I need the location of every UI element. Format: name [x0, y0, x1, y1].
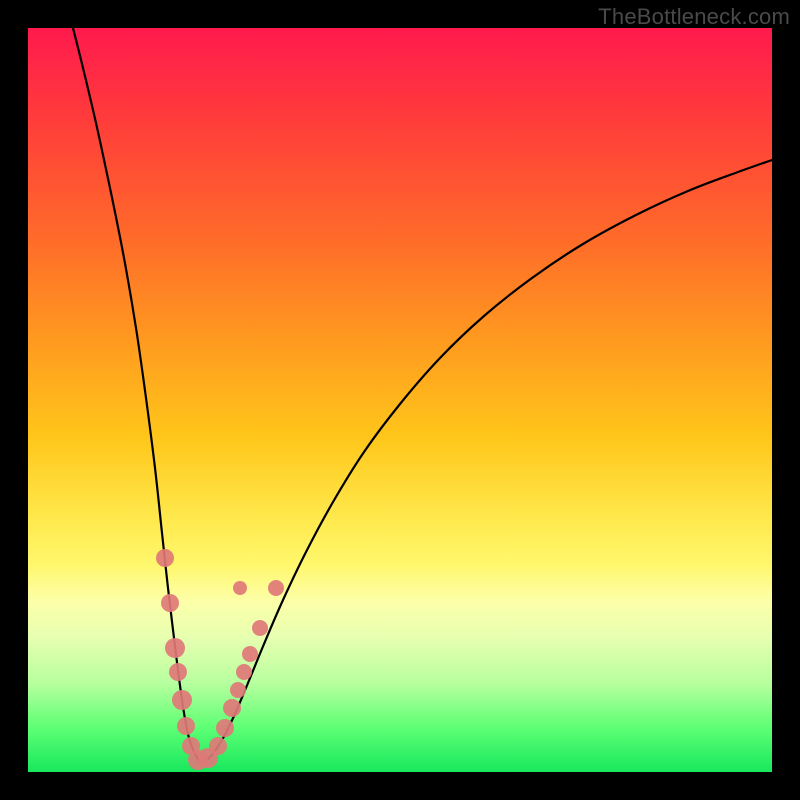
data-markers	[156, 549, 284, 770]
data-marker	[268, 580, 284, 596]
data-marker	[156, 549, 174, 567]
data-marker	[177, 717, 195, 735]
data-marker	[169, 663, 187, 681]
plot-area	[28, 28, 772, 772]
chart-frame: TheBottleneck.com	[0, 0, 800, 800]
data-marker	[161, 594, 179, 612]
data-marker	[230, 682, 246, 698]
data-marker	[252, 620, 268, 636]
data-marker	[236, 664, 252, 680]
curve-right-branch	[201, 160, 772, 763]
data-marker	[233, 581, 247, 595]
data-marker	[242, 646, 258, 662]
data-marker	[209, 737, 227, 755]
data-marker	[216, 719, 234, 737]
data-marker	[172, 690, 192, 710]
watermark-text: TheBottleneck.com	[598, 4, 790, 30]
data-marker	[223, 699, 241, 717]
curve-layer	[28, 28, 772, 772]
data-marker	[165, 638, 185, 658]
